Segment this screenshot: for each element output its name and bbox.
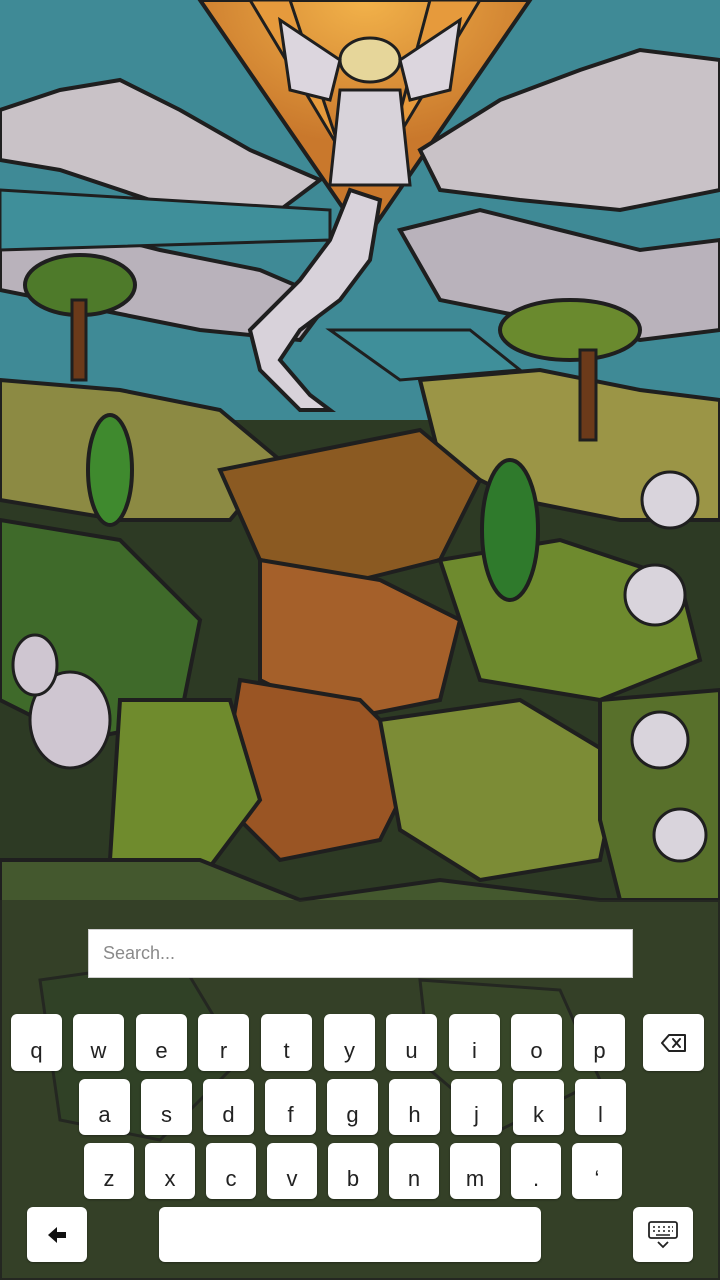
- key-label: j: [474, 1102, 479, 1127]
- key-label: u: [405, 1037, 418, 1063]
- key-label: o: [530, 1037, 543, 1063]
- key-label: l: [598, 1102, 603, 1127]
- key-m[interactable]: m: [450, 1143, 500, 1199]
- backspace-key[interactable]: [643, 1014, 704, 1071]
- key-label: q: [30, 1037, 43, 1063]
- key-i[interactable]: i: [449, 1014, 500, 1071]
- key-z[interactable]: z: [84, 1143, 134, 1199]
- key-b[interactable]: b: [328, 1143, 378, 1199]
- key-label: g: [346, 1102, 359, 1127]
- key-p[interactable]: p: [574, 1014, 625, 1071]
- key-label: n: [407, 1166, 421, 1191]
- key-label: e: [155, 1037, 168, 1063]
- key-h[interactable]: h: [389, 1079, 440, 1135]
- key-label: p: [593, 1037, 606, 1063]
- key-d[interactable]: d: [203, 1079, 254, 1135]
- key-w[interactable]: w: [73, 1014, 124, 1071]
- key-o[interactable]: o: [511, 1014, 562, 1071]
- key-label: v: [286, 1166, 298, 1191]
- key-r[interactable]: r: [198, 1014, 249, 1071]
- key-label: c: [225, 1166, 237, 1191]
- key-y[interactable]: y: [324, 1014, 375, 1071]
- key-label: y: [344, 1037, 355, 1063]
- back-key[interactable]: [27, 1207, 87, 1262]
- key-label: a: [98, 1102, 111, 1127]
- keyboard-hide-icon: [648, 1220, 678, 1248]
- space-key[interactable]: [159, 1207, 541, 1262]
- key-label: ‘: [594, 1166, 600, 1191]
- key-label: w: [90, 1037, 107, 1063]
- key-label: k: [533, 1102, 544, 1127]
- key-v[interactable]: v: [267, 1143, 317, 1199]
- key-label: h: [408, 1102, 421, 1127]
- key-label: b: [346, 1166, 360, 1191]
- key-u[interactable]: u: [386, 1014, 437, 1071]
- key-c[interactable]: c: [206, 1143, 256, 1199]
- arrow-left-icon: [48, 1226, 66, 1243]
- key-label: f: [287, 1102, 294, 1127]
- key-label: i: [472, 1037, 477, 1063]
- key-g[interactable]: g: [327, 1079, 378, 1135]
- key-x[interactable]: x: [145, 1143, 195, 1199]
- key-label: .: [532, 1166, 540, 1191]
- key-label: r: [219, 1037, 228, 1063]
- key-n[interactable]: n: [389, 1143, 439, 1199]
- key-apostrophe[interactable]: ‘: [572, 1143, 622, 1199]
- key-t[interactable]: t: [261, 1014, 312, 1071]
- key-label: s: [161, 1102, 172, 1127]
- key-l[interactable]: l: [575, 1079, 626, 1135]
- key-label: z: [103, 1166, 115, 1191]
- backspace-icon: [660, 1033, 686, 1052]
- search-input[interactable]: [88, 929, 633, 978]
- key-label: x: [164, 1166, 176, 1191]
- key-label: t: [283, 1037, 290, 1063]
- key-e[interactable]: e: [136, 1014, 187, 1071]
- key-k[interactable]: k: [513, 1079, 564, 1135]
- key-a[interactable]: a: [79, 1079, 130, 1135]
- key-label: m: [465, 1166, 485, 1191]
- key-q[interactable]: q: [11, 1014, 62, 1071]
- key-j[interactable]: j: [451, 1079, 502, 1135]
- key-period[interactable]: .: [511, 1143, 561, 1199]
- key-f[interactable]: f: [265, 1079, 316, 1135]
- key-s[interactable]: s: [141, 1079, 192, 1135]
- key-label: d: [222, 1102, 235, 1127]
- hide-keyboard-key[interactable]: [633, 1207, 693, 1262]
